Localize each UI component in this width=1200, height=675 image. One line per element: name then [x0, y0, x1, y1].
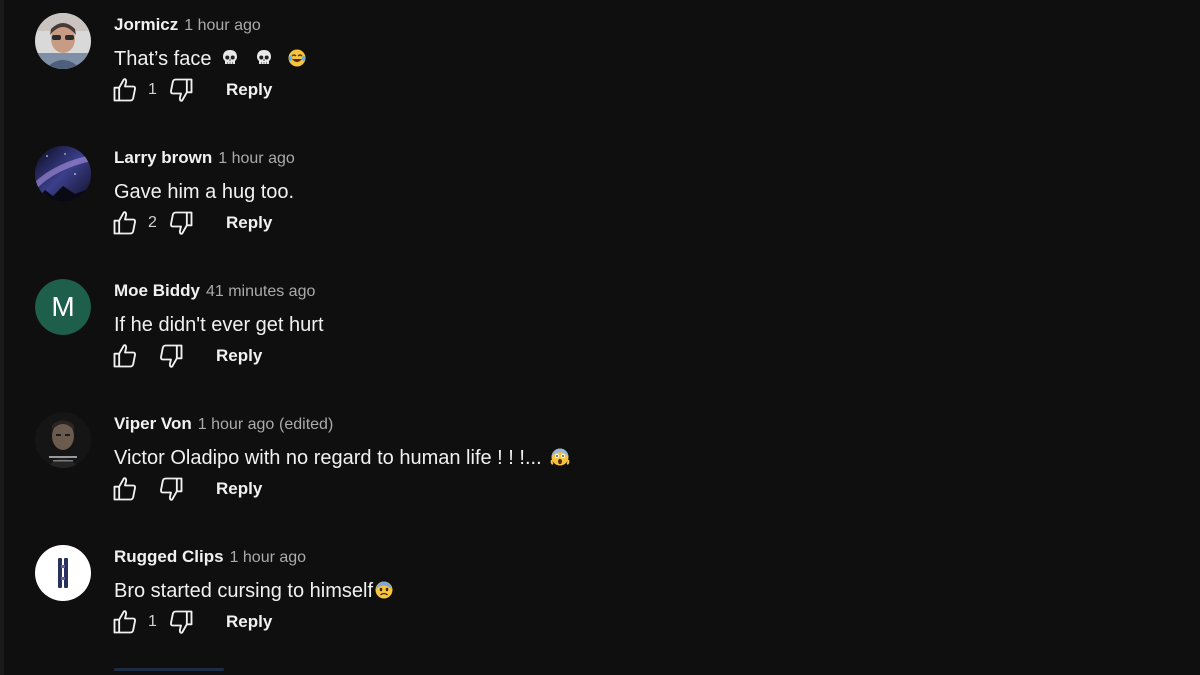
- comment-actions: 1 Reply: [110, 75, 278, 105]
- like-button[interactable]: [110, 474, 140, 504]
- like-count: 2: [148, 214, 157, 231]
- like-button[interactable]: [110, 607, 140, 637]
- author-name[interactable]: Larry brown: [114, 148, 212, 167]
- comment-time[interactable]: 1 hour ago: [218, 150, 295, 167]
- comment-text-content: Victor Oladipo with no regard to human l…: [114, 447, 542, 469]
- dislike-button[interactable]: [166, 607, 196, 637]
- thumbs-down-icon: [170, 78, 193, 102]
- comment-text-content: If he didn't ever get hurt: [114, 314, 324, 336]
- avatar-photo-person-icon: [35, 13, 91, 69]
- avatar-night-sky-icon: [35, 146, 91, 202]
- dislike-button[interactable]: [156, 341, 186, 371]
- thumbs-down-icon: [170, 610, 193, 634]
- comment-time[interactable]: 1 hour ago: [230, 549, 307, 566]
- anxious-face-emoji-icon: [375, 581, 393, 599]
- thumbs-up-icon: [113, 477, 136, 501]
- reply-button[interactable]: Reply: [210, 342, 268, 370]
- laughing-tears-emoji-icon: [288, 49, 306, 67]
- avatar-portrait-icon: [35, 412, 91, 468]
- thumbs-up-icon: [113, 610, 136, 634]
- comment-item: Viper Von 1 hour ago (edited) Victor Olad…: [0, 399, 1200, 529]
- comment-text: Victor Oladipo with no regard to human l…: [114, 445, 570, 471]
- comment-actions: Reply: [110, 474, 268, 504]
- dislike-button[interactable]: [166, 208, 196, 238]
- thumbs-up-icon: [113, 211, 136, 235]
- next-comment-hint: [114, 668, 224, 671]
- author-name[interactable]: Jormicz: [114, 15, 178, 34]
- avatar-letter: M: [35, 279, 91, 335]
- comment-header: Viper Von 1 hour ago (edited): [114, 413, 333, 436]
- edited-label: (edited): [279, 416, 334, 433]
- comment-item: Rugged Clips 1 hour ago Bro started cursi…: [0, 532, 1200, 662]
- author-name[interactable]: Rugged Clips: [114, 547, 224, 566]
- avatar[interactable]: [35, 146, 91, 202]
- comment-actions: Reply: [110, 341, 268, 371]
- avatar-logo-icon: [35, 545, 91, 601]
- avatar[interactable]: M: [35, 279, 91, 335]
- comment-header: Larry brown 1 hour ago: [114, 147, 295, 170]
- comments-page: Jormicz 1 hour ago That’s face 1 Reply L…: [0, 0, 1200, 675]
- comment-header: Rugged Clips 1 hour ago: [114, 546, 306, 569]
- avatar[interactable]: [35, 545, 91, 601]
- comment-actions: 1 Reply: [110, 607, 278, 637]
- comment-item: Larry brown 1 hour ago Gave him a hug too…: [0, 133, 1200, 263]
- like-count: 1: [148, 613, 157, 630]
- author-name[interactable]: Viper Von: [114, 414, 192, 433]
- dislike-button[interactable]: [156, 474, 186, 504]
- comment-text: That’s face: [114, 46, 307, 72]
- screaming-face-emoji-icon: [550, 448, 570, 466]
- comment-text-content: Gave him a hug too.: [114, 181, 295, 203]
- thumbs-down-icon: [160, 344, 183, 368]
- thumbs-up-icon: [113, 344, 136, 368]
- reply-button[interactable]: Reply: [210, 475, 268, 503]
- thumbs-down-icon: [170, 211, 193, 235]
- thumbs-up-icon: [113, 78, 136, 102]
- comment-actions: 2 Reply: [110, 208, 278, 238]
- comment-text: If he didn't ever get hurt: [114, 312, 324, 338]
- comment-item: M Moe Biddy 41 minutes ago If he didn't e…: [0, 266, 1200, 396]
- like-button[interactable]: [110, 75, 140, 105]
- skull-emoji-icon: [223, 50, 238, 64]
- skull-emoji-icon: [256, 50, 271, 64]
- like-button[interactable]: [110, 208, 140, 238]
- comment-time[interactable]: 1 hour ago: [198, 416, 275, 433]
- avatar[interactable]: [35, 412, 91, 468]
- like-button[interactable]: [110, 341, 140, 371]
- comment-text-content: That’s face: [114, 48, 212, 70]
- thumbs-down-icon: [160, 477, 183, 501]
- reply-button[interactable]: Reply: [220, 209, 278, 237]
- comment-text: Gave him a hug too.: [114, 179, 294, 205]
- comment-time[interactable]: 1 hour ago: [184, 17, 261, 34]
- comment-time[interactable]: 41 minutes ago: [206, 283, 315, 300]
- reply-button[interactable]: Reply: [220, 76, 278, 104]
- dislike-button[interactable]: [166, 75, 196, 105]
- comment-item: Jormicz 1 hour ago That’s face 1 Reply: [0, 0, 1200, 130]
- comment-text-content: Bro started cursing to himself: [114, 580, 373, 602]
- like-count: 1: [148, 81, 157, 98]
- comment-header: Jormicz 1 hour ago: [114, 14, 261, 37]
- comment-header: Moe Biddy 41 minutes ago: [114, 280, 315, 303]
- comment-text: Bro started cursing to himself: [114, 578, 394, 604]
- avatar[interactable]: [35, 13, 91, 69]
- reply-button[interactable]: Reply: [220, 608, 278, 636]
- author-name[interactable]: Moe Biddy: [114, 281, 200, 300]
